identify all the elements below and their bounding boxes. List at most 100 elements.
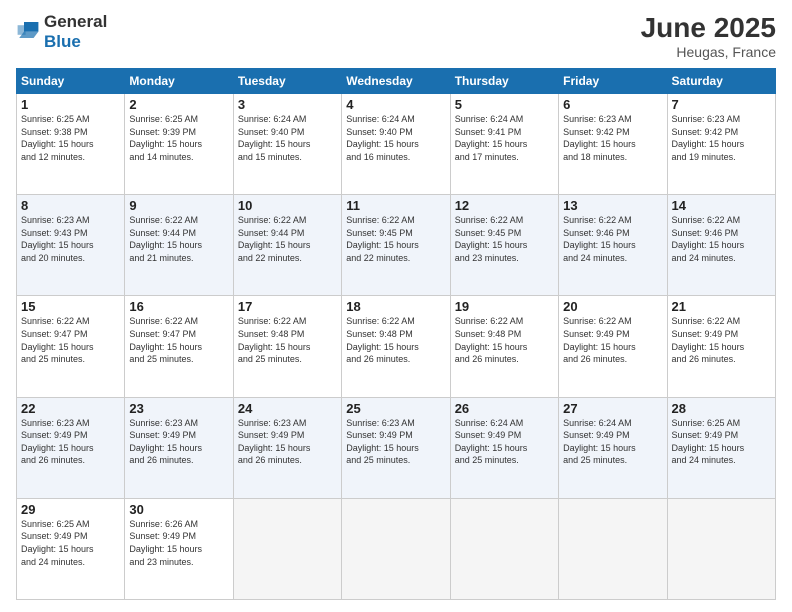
day-number: 26	[455, 401, 554, 416]
month-title: June 2025	[641, 12, 776, 44]
calendar-cell: 10 Sunrise: 6:22 AMSunset: 9:44 PMDayligh…	[233, 195, 341, 296]
calendar-cell: 1 Sunrise: 6:25 AMSunset: 9:38 PMDaylight…	[17, 94, 125, 195]
day-info: Sunrise: 6:23 AMSunset: 9:49 PMDaylight:…	[238, 418, 311, 466]
calendar-cell: 27 Sunrise: 6:24 AMSunset: 9:49 PMDayligh…	[559, 397, 667, 498]
calendar-cell: 20 Sunrise: 6:22 AMSunset: 9:49 PMDayligh…	[559, 296, 667, 397]
day-info: Sunrise: 6:22 AMSunset: 9:46 PMDaylight:…	[563, 215, 636, 263]
day-number: 3	[238, 97, 337, 112]
day-number: 24	[238, 401, 337, 416]
day-number: 15	[21, 299, 120, 314]
day-number: 30	[129, 502, 228, 517]
day-info: Sunrise: 6:23 AMSunset: 9:49 PMDaylight:…	[346, 418, 419, 466]
col-header-monday: Monday	[125, 69, 233, 94]
col-header-saturday: Saturday	[667, 69, 775, 94]
day-info: Sunrise: 6:25 AMSunset: 9:49 PMDaylight:…	[21, 519, 94, 567]
col-header-friday: Friday	[559, 69, 667, 94]
calendar-cell: 11 Sunrise: 6:22 AMSunset: 9:45 PMDayligh…	[342, 195, 450, 296]
day-info: Sunrise: 6:22 AMSunset: 9:45 PMDaylight:…	[346, 215, 419, 263]
calendar-cell: 21Sunrise: 6:22 AMSunset: 9:49 PMDayligh…	[667, 296, 775, 397]
calendar-cell: 30 Sunrise: 6:26 AMSunset: 9:49 PMDayligh…	[125, 498, 233, 599]
calendar-cell: 8 Sunrise: 6:23 AMSunset: 9:43 PMDaylight…	[17, 195, 125, 296]
calendar-cell: 17 Sunrise: 6:22 AMSunset: 9:48 PMDayligh…	[233, 296, 341, 397]
day-info: Sunrise: 6:22 AMSunset: 9:47 PMDaylight:…	[129, 316, 202, 364]
day-number: 1	[21, 97, 120, 112]
calendar-cell: 4 Sunrise: 6:24 AMSunset: 9:40 PMDaylight…	[342, 94, 450, 195]
calendar-cell: 5Sunrise: 6:24 AMSunset: 9:41 PMDaylight…	[450, 94, 558, 195]
day-number: 10	[238, 198, 337, 213]
day-number: 21	[672, 299, 771, 314]
header: General Blue June 2025 Heugas, France	[16, 12, 776, 60]
day-info: Sunrise: 6:22 AMSunset: 9:48 PMDaylight:…	[238, 316, 311, 364]
calendar-cell: 2 Sunrise: 6:25 AMSunset: 9:39 PMDaylight…	[125, 94, 233, 195]
day-info: Sunrise: 6:24 AMSunset: 9:49 PMDaylight:…	[563, 418, 636, 466]
day-number: 29	[21, 502, 120, 517]
calendar-cell: 22 Sunrise: 6:23 AMSunset: 9:49 PMDayligh…	[17, 397, 125, 498]
day-number: 6	[563, 97, 662, 112]
day-number: 9	[129, 198, 228, 213]
calendar-table: SundayMondayTuesdayWednesdayThursdayFrid…	[16, 68, 776, 600]
calendar-cell: 7 Sunrise: 6:23 AMSunset: 9:42 PMDaylight…	[667, 94, 775, 195]
day-number: 19	[455, 299, 554, 314]
logo-text: General Blue	[44, 12, 107, 52]
day-info: Sunrise: 6:25 AMSunset: 9:38 PMDaylight:…	[21, 114, 94, 162]
day-info: Sunrise: 6:25 AMSunset: 9:49 PMDaylight:…	[672, 418, 745, 466]
day-number: 8	[21, 198, 120, 213]
calendar-cell: 25 Sunrise: 6:23 AMSunset: 9:49 PMDayligh…	[342, 397, 450, 498]
day-info: Sunrise: 6:24 AMSunset: 9:40 PMDaylight:…	[238, 114, 311, 162]
day-info: Sunrise: 6:22 AMSunset: 9:44 PMDaylight:…	[238, 215, 311, 263]
calendar-cell: 9 Sunrise: 6:22 AMSunset: 9:44 PMDaylight…	[125, 195, 233, 296]
calendar-cell: 3 Sunrise: 6:24 AMSunset: 9:40 PMDaylight…	[233, 94, 341, 195]
day-number: 25	[346, 401, 445, 416]
calendar-cell: 13 Sunrise: 6:22 AMSunset: 9:46 PMDayligh…	[559, 195, 667, 296]
day-number: 5	[455, 97, 554, 112]
day-number: 18	[346, 299, 445, 314]
day-info: Sunrise: 6:23 AMSunset: 9:42 PMDaylight:…	[563, 114, 636, 162]
page: General Blue June 2025 Heugas, France Su…	[0, 0, 792, 612]
day-number: 2	[129, 97, 228, 112]
calendar-cell: 23 Sunrise: 6:23 AMSunset: 9:49 PMDayligh…	[125, 397, 233, 498]
day-info: Sunrise: 6:22 AMSunset: 9:47 PMDaylight:…	[21, 316, 94, 364]
day-info: Sunrise: 6:23 AMSunset: 9:49 PMDaylight:…	[129, 418, 202, 466]
calendar-cell: 14Sunrise: 6:22 AMSunset: 9:46 PMDayligh…	[667, 195, 775, 296]
day-number: 22	[21, 401, 120, 416]
day-number: 13	[563, 198, 662, 213]
day-info: Sunrise: 6:24 AMSunset: 9:40 PMDaylight:…	[346, 114, 419, 162]
calendar-cell: 19 Sunrise: 6:22 AMSunset: 9:48 PMDayligh…	[450, 296, 558, 397]
day-info: Sunrise: 6:25 AMSunset: 9:39 PMDaylight:…	[129, 114, 202, 162]
calendar-cell: 18Sunrise: 6:22 AMSunset: 9:48 PMDayligh…	[342, 296, 450, 397]
col-header-sunday: Sunday	[17, 69, 125, 94]
logo: General Blue	[16, 12, 107, 52]
day-number: 16	[129, 299, 228, 314]
day-number: 23	[129, 401, 228, 416]
day-info: Sunrise: 6:26 AMSunset: 9:49 PMDaylight:…	[129, 519, 202, 567]
location: Heugas, France	[641, 44, 776, 60]
day-info: Sunrise: 6:22 AMSunset: 9:49 PMDaylight:…	[563, 316, 636, 364]
day-info: Sunrise: 6:23 AMSunset: 9:43 PMDaylight:…	[21, 215, 94, 263]
calendar-cell	[559, 498, 667, 599]
day-info: Sunrise: 6:22 AMSunset: 9:44 PMDaylight:…	[129, 215, 202, 263]
day-info: Sunrise: 6:22 AMSunset: 9:45 PMDaylight:…	[455, 215, 528, 263]
calendar-cell: 12 Sunrise: 6:22 AMSunset: 9:45 PMDayligh…	[450, 195, 558, 296]
day-number: 7	[672, 97, 771, 112]
calendar-cell: 26 Sunrise: 6:24 AMSunset: 9:49 PMDayligh…	[450, 397, 558, 498]
day-number: 11	[346, 198, 445, 213]
col-header-wednesday: Wednesday	[342, 69, 450, 94]
calendar-cell: 15 Sunrise: 6:22 AMSunset: 9:47 PMDayligh…	[17, 296, 125, 397]
day-info: Sunrise: 6:22 AMSunset: 9:48 PMDaylight:…	[455, 316, 528, 364]
day-info: Sunrise: 6:23 AMSunset: 9:49 PMDaylight:…	[21, 418, 94, 466]
title-block: June 2025 Heugas, France	[641, 12, 776, 60]
logo-icon	[16, 20, 40, 40]
day-info: Sunrise: 6:23 AMSunset: 9:42 PMDaylight:…	[672, 114, 745, 162]
day-number: 27	[563, 401, 662, 416]
logo-general: General	[44, 12, 107, 31]
col-header-tuesday: Tuesday	[233, 69, 341, 94]
day-number: 4	[346, 97, 445, 112]
calendar-cell	[233, 498, 341, 599]
calendar-cell: 29 Sunrise: 6:25 AMSunset: 9:49 PMDayligh…	[17, 498, 125, 599]
calendar-cell: 6 Sunrise: 6:23 AMSunset: 9:42 PMDaylight…	[559, 94, 667, 195]
calendar-cell: 24 Sunrise: 6:23 AMSunset: 9:49 PMDayligh…	[233, 397, 341, 498]
day-number: 12	[455, 198, 554, 213]
day-number: 17	[238, 299, 337, 314]
day-number: 20	[563, 299, 662, 314]
day-info: Sunrise: 6:24 AMSunset: 9:49 PMDaylight:…	[455, 418, 528, 466]
